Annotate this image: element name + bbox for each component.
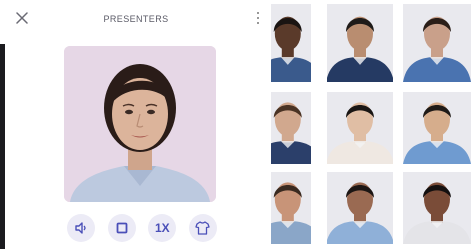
presenter-thumbnail[interactable] bbox=[327, 92, 393, 164]
presenter-thumbnail[interactable] bbox=[271, 92, 311, 164]
playback-controls: 1X bbox=[67, 214, 217, 242]
presenters-panel: PRESENTERS 1X bbox=[5, 0, 267, 249]
presenter-avatar bbox=[271, 172, 311, 244]
speed-label: 1X bbox=[154, 221, 170, 235]
shirt-icon bbox=[195, 221, 211, 235]
presenter-avatar bbox=[271, 92, 311, 164]
presenter-avatar bbox=[403, 92, 471, 164]
presenter-thumbnail[interactable] bbox=[403, 4, 471, 82]
presenter-preview bbox=[64, 46, 216, 202]
volume-icon bbox=[75, 222, 86, 234]
presenter-avatar bbox=[403, 4, 471, 82]
presenter-avatar bbox=[403, 172, 471, 244]
stop-icon bbox=[116, 222, 128, 234]
presenter-thumbnail[interactable] bbox=[271, 172, 311, 244]
presenter-thumbnail[interactable] bbox=[327, 4, 393, 82]
presenter-avatar bbox=[327, 4, 393, 82]
speed-button[interactable]: 1X bbox=[148, 214, 177, 242]
presenter-avatar bbox=[327, 172, 393, 244]
presenter-thumbnail[interactable] bbox=[403, 172, 471, 244]
presenter-avatar bbox=[327, 92, 393, 164]
more-vertical-icon[interactable] bbox=[253, 10, 263, 26]
presenter-thumbnail[interactable] bbox=[271, 4, 311, 82]
presenter-avatar bbox=[271, 4, 311, 82]
outfit-button[interactable] bbox=[188, 214, 217, 242]
stop-button[interactable] bbox=[107, 214, 136, 242]
presenter-portrait bbox=[64, 46, 216, 202]
presenter-grid bbox=[271, 0, 471, 249]
presenter-thumbnail[interactable] bbox=[327, 172, 393, 244]
volume-button[interactable] bbox=[67, 214, 95, 242]
presenter-thumbnail[interactable] bbox=[403, 92, 471, 164]
panel-title: PRESENTERS bbox=[103, 14, 169, 24]
